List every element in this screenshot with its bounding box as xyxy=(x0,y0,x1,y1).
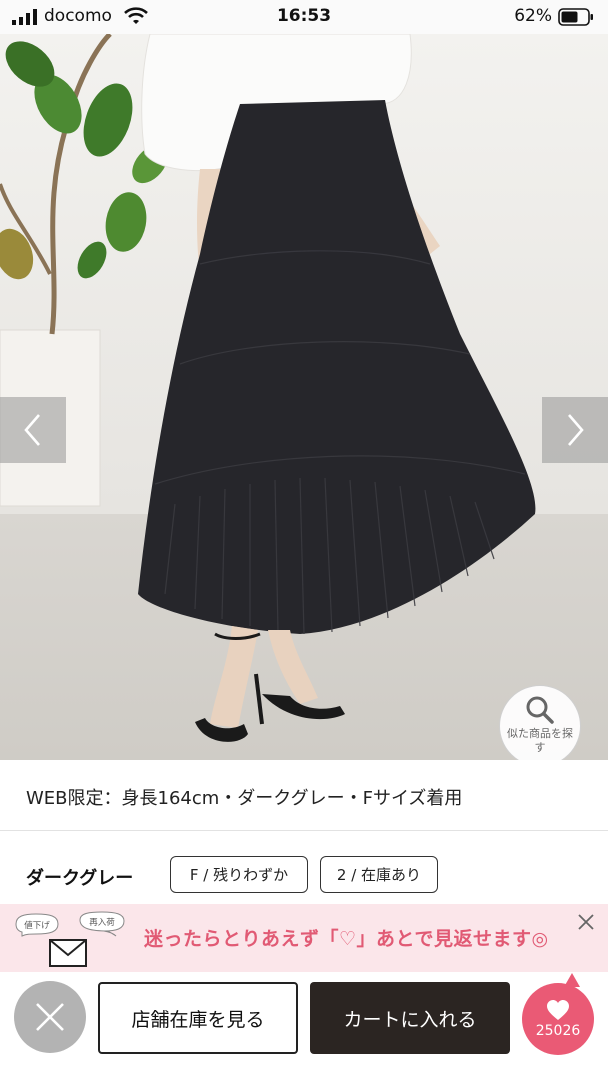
size-option-f[interactable]: F / 残りわずか xyxy=(170,856,308,893)
divider xyxy=(0,830,608,831)
close-button[interactable] xyxy=(14,981,86,1053)
close-icon[interactable] xyxy=(576,912,596,932)
status-bar: docomo 16:53 62% xyxy=(0,0,608,34)
close-icon xyxy=(36,1003,64,1031)
search-icon xyxy=(526,696,554,724)
bottom-action-bar: 店舗在庫を見る カートに入れる 25026 xyxy=(0,972,608,1080)
product-photo xyxy=(0,34,608,760)
battery-percent: 62% xyxy=(514,6,552,26)
store-stock-button[interactable]: 店舗在庫を見る xyxy=(98,982,298,1054)
color-name: ダークグレー xyxy=(26,868,134,889)
image-next-button[interactable] xyxy=(542,397,608,463)
battery-icon xyxy=(558,8,593,26)
favorite-bubble-tail xyxy=(564,973,580,987)
chevron-right-icon xyxy=(568,414,584,446)
heart-icon xyxy=(547,1000,569,1020)
favorite-count: 25026 xyxy=(535,1023,581,1039)
favorite-promo-banner: 値下げ 再入荷 迷ったらとりあえず「♡」あとで見返せます◎ xyxy=(0,904,608,972)
size-option-2[interactable]: 2 / 在庫あり xyxy=(320,856,438,893)
bubble-right-text: 再入荷 xyxy=(89,917,115,928)
favorite-button[interactable]: 25026 xyxy=(522,973,594,1055)
promo-banner-text: 迷ったらとりあえず「♡」あとで見返せます◎ xyxy=(144,928,549,950)
product-image[interactable]: 似た商品を探す xyxy=(0,34,608,760)
image-prev-button[interactable] xyxy=(0,397,66,463)
similar-items-button[interactable]: 似た商品を探す xyxy=(499,685,581,760)
model-caption: WEB限定：身長164cm・ダークグレー・Fサイズ着用 xyxy=(26,788,463,809)
bubble-left-text: 値下げ xyxy=(24,920,50,931)
add-to-cart-button[interactable]: カートに入れる xyxy=(310,982,510,1054)
similar-items-label: 似た商品を探す xyxy=(507,727,573,754)
mail-icon: 値下げ 再入荷 xyxy=(15,911,125,967)
chevron-left-icon xyxy=(24,414,40,446)
